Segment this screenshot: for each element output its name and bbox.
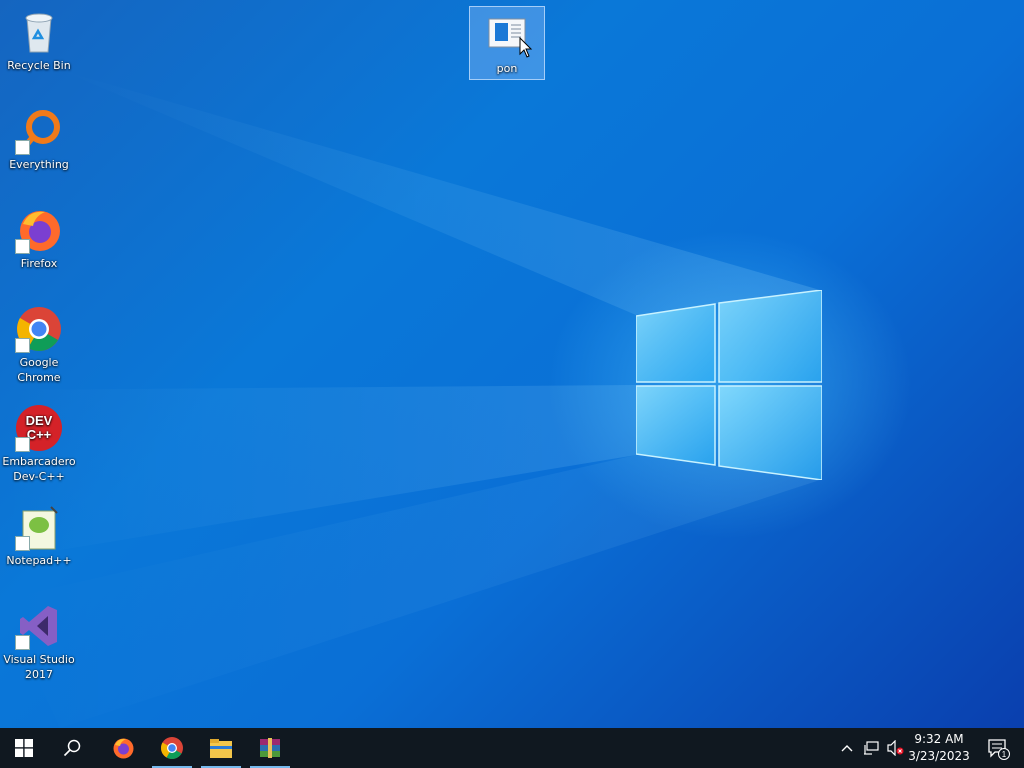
taskbar-chrome[interactable] xyxy=(148,728,196,768)
desktop-icon-label: Notepad++ xyxy=(6,554,72,567)
volume-tray-button[interactable] xyxy=(883,728,907,768)
desktop-icon-google-chrome[interactable]: Google Chrome xyxy=(2,301,76,388)
desktop-icon-notepadpp[interactable]: Notepad++ xyxy=(2,499,76,571)
winrar-icon xyxy=(260,738,280,758)
file-explorer-icon xyxy=(210,739,232,758)
windows-start-icon xyxy=(15,739,33,757)
firefox-icon xyxy=(113,738,134,759)
mouse-pointer-icon xyxy=(519,37,533,58)
desktop-icon-label: pon xyxy=(496,62,518,75)
search-icon xyxy=(63,739,81,757)
desktop-icon-firefox[interactable]: Firefox xyxy=(2,202,76,274)
desktop-icon-label: Firefox xyxy=(20,257,58,270)
windows-logo-wallpaper xyxy=(636,290,822,480)
shortcut-arrow-icon xyxy=(15,239,30,254)
desktop-icon-label: Google Chrome xyxy=(17,356,61,384)
clock-button[interactable]: 9:32 AM 3/23/2023 xyxy=(906,728,972,768)
shortcut-arrow-icon xyxy=(15,437,30,452)
desktop[interactable]: Recycle Bin Everything Firefox Google Ch… xyxy=(0,0,1024,728)
notification-count-badge: 1 xyxy=(1002,750,1007,759)
network-tray-button[interactable] xyxy=(859,728,883,768)
wallpaper-light-beams xyxy=(0,70,820,728)
desktop-icon-label: Embarcadero Dev-C++ xyxy=(2,455,76,483)
shortcut-arrow-icon xyxy=(15,338,30,353)
desktop-icon-devcpp[interactable]: DEV C++ Embarcadero Dev-C++ xyxy=(2,400,76,487)
devcpp-badge-line2: C++ xyxy=(27,427,52,442)
notification-icon: 1 xyxy=(988,739,1010,760)
clock-time: 9:32 AM xyxy=(914,732,964,746)
desktop-icon-label: Everything xyxy=(9,158,69,171)
shortcut-arrow-icon xyxy=(15,140,30,155)
shortcut-arrow-icon xyxy=(15,536,30,551)
search-button[interactable] xyxy=(48,728,96,768)
show-hidden-icons-button[interactable] xyxy=(836,728,858,768)
everything-search-icon xyxy=(15,107,63,155)
desktop-icon-pon[interactable]: pon xyxy=(469,6,545,80)
taskbar-file-explorer[interactable] xyxy=(197,728,245,768)
desktop-icon-label: Visual Studio 2017 xyxy=(3,653,75,681)
shortcut-arrow-icon xyxy=(15,635,30,650)
desktop-icon-label: Recycle Bin xyxy=(7,59,71,72)
desktop-icon-visual-studio[interactable]: Visual Studio 2017 xyxy=(2,598,76,685)
devcpp-icon: DEV C++ xyxy=(15,404,63,452)
volume-muted-icon xyxy=(887,740,904,756)
recycle-bin-icon xyxy=(15,8,63,56)
action-center-button[interactable]: 1 xyxy=(978,728,1018,768)
desktop-icon-everything[interactable]: Everything xyxy=(2,103,76,175)
visual-studio-icon xyxy=(15,602,63,650)
desktop-icon-recycle-bin[interactable]: Recycle Bin xyxy=(2,4,76,76)
taskbar: 9:32 AM 3/23/2023 1 xyxy=(0,728,1024,768)
taskbar-firefox[interactable] xyxy=(99,728,147,768)
network-icon xyxy=(864,741,879,755)
chrome-icon xyxy=(15,305,63,353)
start-button[interactable] xyxy=(0,728,48,768)
clock-date: 3/23/2023 xyxy=(908,749,970,763)
chrome-icon xyxy=(161,737,183,759)
notepadpp-icon xyxy=(15,503,63,551)
devcpp-badge-line1: DEV xyxy=(26,413,53,428)
firefox-icon xyxy=(15,206,63,254)
chevron-up-icon xyxy=(841,745,853,752)
taskbar-winrar[interactable] xyxy=(246,728,294,768)
